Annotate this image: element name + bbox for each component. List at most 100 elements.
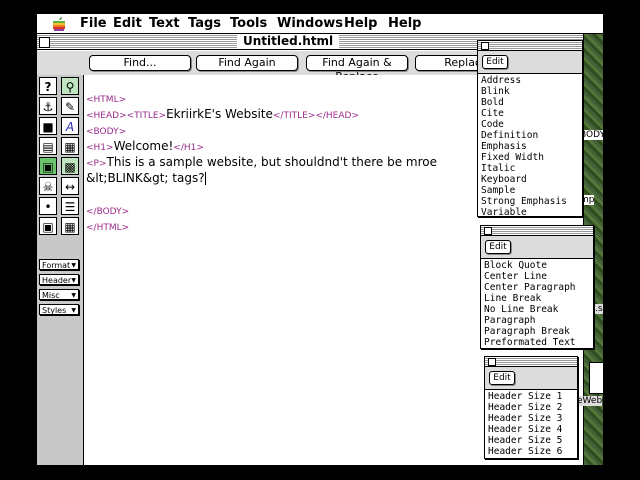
color-icon[interactable]: ▣ (39, 157, 57, 175)
anchor-icon[interactable]: ⚓ (39, 97, 57, 115)
code-text: EkriirkE's Website (166, 107, 273, 121)
format-item[interactable]: Preformated Text (484, 337, 576, 348)
menu-tools[interactable]: Tools (230, 16, 267, 31)
code-line: <HEAD><TITLE>EkriirkE's Website</TITLE><… (86, 107, 359, 121)
code-text: Welcome! (113, 139, 174, 153)
background-window-box (589, 362, 603, 394)
styles-item[interactable]: Sample (481, 185, 515, 196)
code-tag: <BODY> (86, 127, 127, 137)
pirate-icon[interactable]: ☠ (39, 177, 57, 195)
tool-palette: ? ⚲ ⚓ ✎ ■ A ▤ ▦ ▣ ▩ ☠ ↔ • ☰ ▣ ▦ Format ▼ … (37, 75, 84, 465)
horizontal-rule-icon[interactable]: ↔ (61, 177, 79, 195)
styles-item[interactable]: Code (481, 119, 504, 130)
chevron-down-icon: ▼ (71, 277, 76, 284)
format-item[interactable]: Center Paragraph (484, 282, 576, 293)
styles-item[interactable]: Fixed Width (481, 152, 544, 163)
code-tag: </TITLE></HEAD> (272, 111, 359, 121)
styles-item[interactable]: Definition (481, 130, 538, 141)
screen: File Edit Text Tags Tools Windows Help H… (37, 14, 603, 465)
code-line: <P>This is a sample website, but shouldn… (86, 155, 437, 169)
styles-item[interactable]: Italic (481, 163, 515, 174)
code-line: <H1>Welcome!</H1> (86, 139, 204, 153)
background-text: BODY (580, 130, 603, 140)
header-popup[interactable]: Header ▼ (39, 274, 79, 285)
styles-item[interactable]: Strong Emphasis (481, 196, 567, 207)
misc-popup-label: Misc (42, 291, 60, 300)
styles-item[interactable]: Variable (481, 207, 527, 218)
header-item[interactable]: Header Size 4 (488, 424, 562, 435)
shirt-icon[interactable]: ■ (39, 117, 57, 135)
header-item[interactable]: Header Size 6 (488, 446, 562, 457)
format-popup[interactable]: Format ▼ (39, 259, 79, 270)
bullet-icon[interactable]: • (39, 197, 57, 215)
menu-edit[interactable]: Edit (113, 16, 142, 31)
menu-file[interactable]: File (80, 16, 107, 31)
styles-edit-button[interactable]: Edit (482, 55, 508, 69)
text-caret (204, 172, 206, 185)
palette-title-bar[interactable] (485, 357, 577, 367)
styles-popup[interactable]: Styles ▼ (39, 304, 79, 315)
italic-a-icon[interactable]: A (61, 117, 79, 135)
table-frame-icon[interactable]: ▦ (61, 137, 79, 155)
image-icon[interactable]: ▣ (39, 217, 57, 235)
styles-item[interactable]: Address (481, 75, 521, 86)
chevron-down-icon: ▼ (71, 292, 76, 299)
palette-title-bar[interactable] (481, 226, 593, 236)
code-line: <BODY> (86, 123, 126, 137)
header-item[interactable]: Header Size 2 (488, 402, 562, 413)
format-item[interactable]: No Line Break (484, 304, 558, 315)
code-line: <HTML> (86, 91, 126, 105)
find-button[interactable]: Find... (89, 55, 191, 71)
table-icon[interactable]: ▦ (61, 217, 79, 235)
format-palette: Edit Block Quote Center Line Center Paragr… (480, 225, 594, 349)
format-item[interactable]: Line Break (484, 293, 541, 304)
header-palette: Edit Header Size 1 Header Size 2 Header Si… (484, 356, 578, 459)
magnifier-icon[interactable]: ⚲ (61, 77, 79, 95)
menu-help-2[interactable]: Help (388, 16, 421, 31)
close-box-icon[interactable] (481, 42, 489, 50)
link-edit-icon[interactable]: ✎ (61, 97, 79, 115)
styles-item[interactable]: Keyboard (481, 174, 527, 185)
header-item[interactable]: Header Size 1 (488, 391, 562, 402)
misc-popup[interactable]: Misc ▼ (39, 289, 79, 300)
close-box-icon[interactable] (484, 227, 492, 235)
chevron-down-icon: ▼ (71, 307, 76, 314)
format-item[interactable]: Center Line (484, 271, 547, 282)
menu-help[interactable]: Help (344, 16, 377, 31)
find-again-button[interactable]: Find Again (196, 55, 298, 71)
close-box-icon[interactable] (39, 37, 50, 48)
code-line: </HTML> (86, 219, 129, 233)
palette-title-bar[interactable] (478, 41, 582, 51)
header-item[interactable]: Header Size 5 (488, 435, 562, 446)
format-edit-button[interactable]: Edit (485, 240, 511, 254)
format-item[interactable]: Paragraph Break (484, 326, 570, 337)
apple-menu-icon[interactable] (51, 16, 67, 32)
format-item[interactable]: Block Quote (484, 260, 547, 271)
menu-text[interactable]: Text (149, 16, 180, 31)
document-icon[interactable]: ▤ (39, 137, 57, 155)
window-title: Untitled.html (237, 34, 340, 49)
close-box-icon[interactable] (488, 358, 496, 366)
help-icon[interactable]: ? (39, 77, 57, 95)
code-text: This is a sample website, but shouldnd't… (106, 155, 437, 169)
list-icon[interactable]: ☰ (61, 197, 79, 215)
code-tag: </BODY> (86, 207, 130, 217)
code-tag: </HTML> (86, 223, 130, 233)
header-edit-button[interactable]: Edit (489, 371, 515, 385)
header-popup-label: Header (42, 276, 72, 285)
menu-bar: File Edit Text Tags Tools Windows Help H… (37, 14, 603, 34)
styles-item[interactable]: Cite (481, 108, 504, 119)
format-popup-label: Format (42, 261, 71, 270)
styles-popup-label: Styles (42, 306, 67, 315)
find-again-replace-button[interactable]: Find Again & Replace (306, 55, 408, 83)
styles-item[interactable]: Emphasis (481, 141, 527, 152)
styles-item[interactable]: Bold (481, 97, 504, 108)
code-tag: <HEAD><TITLE> (86, 111, 167, 121)
palette-header: Edit (478, 51, 582, 74)
header-item[interactable]: Header Size 3 (488, 413, 562, 424)
format-item[interactable]: Paragraph (484, 315, 535, 326)
menu-tags[interactable]: Tags (188, 16, 221, 31)
menu-windows[interactable]: Windows (277, 16, 343, 31)
page-icon[interactable]: ▩ (61, 157, 79, 175)
styles-item[interactable]: Blink (481, 86, 510, 97)
